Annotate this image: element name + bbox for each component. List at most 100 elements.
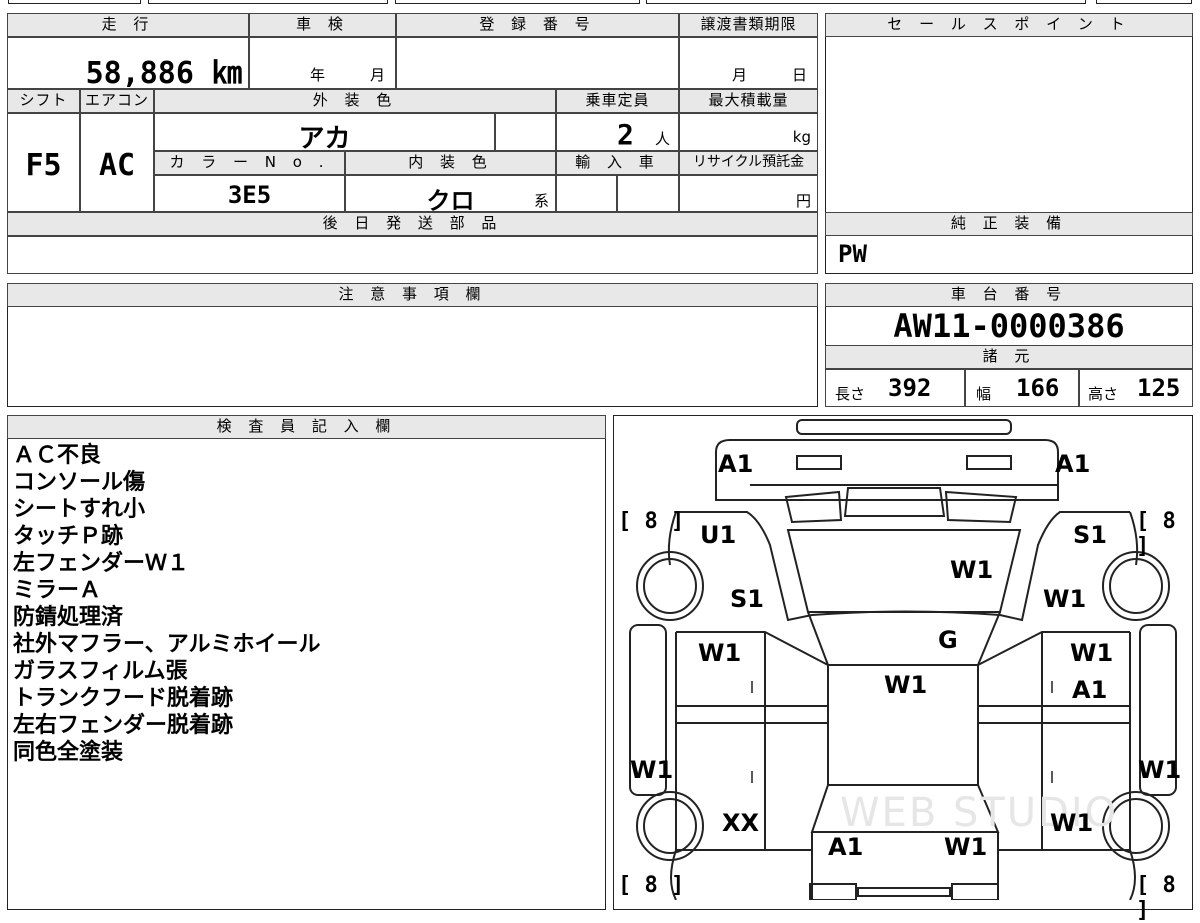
import-car-cell-a — [556, 175, 617, 212]
later-parts-label: 後 日 発 送 部 品 — [7, 212, 818, 236]
import-car-cell-b — [617, 175, 679, 212]
remark-line: タッチＰ跡 — [13, 524, 124, 549]
chassis-number: AW11-0000386 — [893, 307, 1125, 345]
exterior-color-label: 外 装 色 — [154, 89, 556, 113]
tire-depth-front-right: [ 8 ] — [1136, 509, 1176, 559]
sales-point-label: セ ー ル ス ポ イ ン ト — [825, 13, 1193, 37]
mark-left-fender-lower: S1 — [730, 585, 764, 613]
interior-color-value: クロ — [426, 187, 475, 215]
interior-color-suffix: 系 — [533, 192, 549, 210]
remark-line: 社外マフラー、アルミホイール — [13, 632, 321, 657]
mark-left-rear: XX — [722, 809, 760, 837]
shift-label: シフト — [7, 89, 80, 113]
capacity-cell: 2 人 — [556, 113, 679, 151]
shaken-month-unit: 月 — [370, 66, 386, 84]
height-cell: 高さ 125 — [1079, 369, 1193, 407]
shaken-cell: 年 月 — [249, 37, 396, 89]
color-number-value: 3E5 — [227, 181, 272, 209]
mark-right-front-fender: S1 — [1073, 521, 1107, 549]
height-label: 高さ — [1088, 385, 1119, 403]
top-strip-cell — [8, 0, 141, 4]
registration-label: 登 録 番 号 — [396, 13, 679, 37]
equipment-value: PW — [838, 240, 867, 268]
transfer-deadline-cell: 月 日 — [679, 37, 818, 89]
height-value: 125 — [1137, 374, 1181, 402]
inspector-remarks: ＡＣ不良 コンソール傷 シートすれ小 タッチＰ跡 左フェンダーＷ１ ミラーＡ 防… — [13, 442, 593, 766]
aircon-cell: AC — [80, 113, 154, 212]
length-value: 392 — [888, 374, 932, 402]
remark-line: 左フェンダーＷ１ — [13, 551, 190, 576]
width-label: 幅 — [976, 385, 992, 403]
tire-depth-front-left: [ 8 ] — [618, 509, 685, 534]
mark-trunk-right: W1 — [944, 833, 988, 861]
recycle-deposit-cell: 円 — [679, 175, 818, 212]
remark-line: 防錆処理済 — [13, 605, 124, 630]
right-headlight — [966, 455, 1012, 470]
registration-cell — [396, 37, 679, 89]
rear-left-wheel — [636, 791, 704, 861]
length-label: 長さ — [835, 385, 866, 403]
inspector-label: 検 査 員 記 入 欄 — [7, 415, 606, 439]
recycle-deposit-label: リサイクル預託金 — [679, 151, 818, 175]
capacity-value: 2 — [617, 118, 634, 151]
exterior-color-value: アカ — [298, 124, 351, 154]
remark-line: シートすれ小 — [13, 497, 146, 522]
shift-cell: F5 — [7, 113, 80, 212]
exterior-color-extra-cell — [495, 113, 556, 151]
remark-line: ガラスフィルム張 — [13, 659, 188, 684]
import-car-label: 輸 入 車 — [556, 151, 679, 175]
mark-bonnet: W1 — [950, 556, 994, 584]
top-strip-cell — [148, 0, 388, 4]
capacity-unit: 人 — [655, 130, 671, 148]
max-load-label: 最大積載量 — [679, 89, 818, 113]
remark-line: ミラーＡ — [13, 578, 102, 603]
aircon-value: AC — [98, 148, 136, 183]
width-cell: 幅 166 — [965, 369, 1079, 407]
mark-right-rocker: W1 — [1138, 756, 1182, 784]
mark-front-right: A1 — [1055, 450, 1091, 478]
recycle-deposit-unit: 円 — [795, 192, 811, 210]
mark-left-rocker: W1 — [630, 756, 674, 784]
mark-roof: W1 — [884, 671, 928, 699]
mark-front-left: A1 — [718, 450, 754, 478]
mark-right-rear: W1 — [1050, 809, 1094, 837]
left-headlight — [796, 455, 842, 470]
mileage-value: 58,886 ㎞ — [85, 56, 242, 91]
transfer-day-unit: 日 — [792, 66, 808, 84]
equipment-label: 純 正 装 備 — [825, 212, 1193, 236]
length-cell: 長さ 392 — [825, 369, 965, 407]
width-value: 166 — [1016, 374, 1060, 402]
color-number-cell: 3E5 — [154, 175, 345, 212]
mark-right-front-door-b: A1 — [1072, 676, 1108, 704]
mark-right-front-door-a: W1 — [1070, 639, 1114, 667]
remark-line: トランクフード脱着跡 — [13, 686, 234, 711]
color-number-label: カ ラ ー N o . — [154, 151, 345, 175]
mark-trunk-left: A1 — [828, 833, 864, 861]
remark-line: ＡＣ不良 — [13, 443, 102, 468]
later-parts-cell — [7, 236, 818, 274]
notes-label: 注 意 事 項 欄 — [7, 283, 818, 307]
shaken-year-unit: 年 — [310, 66, 326, 84]
remark-line: 左右フェンダー脱着跡 — [13, 713, 234, 738]
remark-line: 同色全塗装 — [13, 740, 124, 765]
interior-color-cell: クロ 系 — [345, 175, 556, 215]
top-strip-cell — [395, 0, 640, 4]
top-strip-cell — [1096, 0, 1192, 4]
mark-left-front-door: W1 — [698, 639, 742, 667]
max-load-cell: kg — [679, 113, 818, 151]
dimensions-label: 諸 元 — [825, 345, 1193, 369]
chassis-label: 車 台 番 号 — [825, 283, 1193, 307]
tire-depth-rear-right: [ 8 ] — [1136, 873, 1176, 923]
mark-windshield: G — [938, 626, 958, 654]
mileage-label: 走 行 — [7, 13, 249, 37]
front-bumper-strip — [796, 419, 1012, 435]
mark-right-fender-lower: W1 — [1043, 585, 1087, 613]
interior-color-label: 内 装 色 — [345, 151, 556, 175]
remark-line: コンソール傷 — [13, 470, 146, 495]
mark-left-front-fender: U1 — [700, 521, 737, 549]
exterior-color-cell: アカ — [154, 113, 495, 154]
transfer-deadline-label: 譲渡書類期限 — [679, 13, 818, 37]
shift-value: F5 — [25, 148, 62, 183]
mileage-cell: 58,886 ㎞ — [7, 37, 249, 91]
capacity-label: 乗車定員 — [556, 89, 679, 113]
